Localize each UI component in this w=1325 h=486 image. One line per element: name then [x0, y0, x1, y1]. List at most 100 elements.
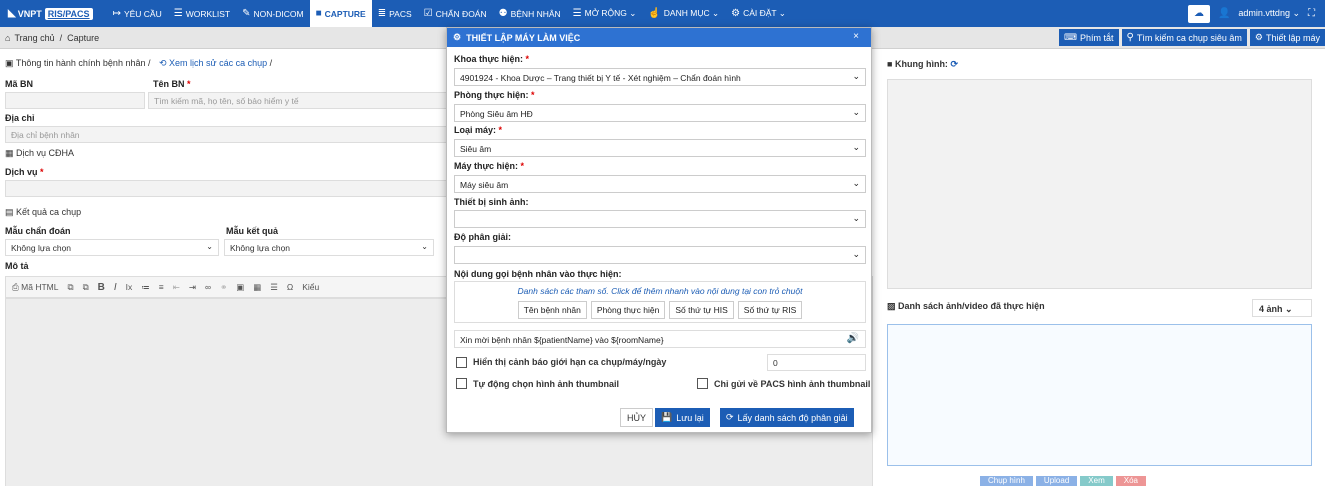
phong-select[interactable]: Phòng Siêu âm HĐ ⌄: [454, 104, 866, 122]
italic-icon[interactable]: I: [114, 282, 117, 293]
html-source-button[interactable]: ⎙ Mã HTML: [12, 282, 58, 293]
chevron-down-icon: ⌄: [852, 178, 860, 188]
image-count-select[interactable]: 4 ảnh ⌄: [1252, 299, 1312, 317]
menu-chan-doan[interactable]: ☑ CHẨN ĐOÁN: [418, 0, 493, 27]
khoa-select[interactable]: 4901924 - Khoa Dược – Trang thiết bị Y t…: [454, 68, 866, 86]
app-logo[interactable]: ◣ VNPT RIS/PACS: [8, 7, 93, 20]
param-stt-his[interactable]: Số thứ tự HIS: [669, 301, 734, 319]
clear-format-icon[interactable]: Ix: [126, 282, 133, 292]
loai-may-label: Loại máy: *: [454, 125, 503, 135]
user-menu[interactable]: admin.vttdng ⌄: [1238, 8, 1300, 19]
upload-button[interactable]: Upload: [1035, 476, 1078, 486]
dich-vu-label: Dịch vụ *: [5, 167, 44, 177]
breadcrumb-current: Capture: [67, 32, 100, 43]
service-icon: ▦: [5, 148, 14, 158]
call-text-input[interactable]: Xin mời bệnh nhân ${patientName} vào ${r…: [454, 330, 866, 348]
menu-worklist[interactable]: ☰ WORKLIST: [168, 0, 236, 27]
style-select[interactable]: Kiểu: [302, 282, 319, 292]
toolbar: ⌨ Phím tắt ⚲ Tìm kiếm ca chụp siêu âm ⚙ Thi…: [1059, 29, 1325, 46]
history-link[interactable]: ⟲ Xem lịch sử các ca chụp: [159, 58, 267, 68]
numbered-list-icon[interactable]: ≔: [141, 282, 150, 293]
video-frame: [887, 79, 1312, 289]
fetch-resolution-button[interactable]: ⟳ Lấy danh sách độ phân giải: [720, 408, 854, 427]
param-buttons: Tên bệnh nhân Phòng thực hiện Số thứ tự …: [455, 301, 865, 319]
main-menu: ↦ YÊU CẦU ☰ WORKLIST ✎ NON-DICOM ■ CAPTURE ≣…: [107, 0, 792, 27]
ma-bn-input[interactable]: [5, 92, 145, 109]
user-area: ☁ 👤 admin.vttdng ⌄ ⛶: [1187, 0, 1315, 27]
copy-icon[interactable]: ⧉: [67, 282, 73, 293]
bullet-list-icon[interactable]: ≡: [159, 282, 164, 292]
menu-mo-rong[interactable]: ☰ MỞ RỘNG ⌄: [567, 0, 643, 27]
param-phong-thuc-hien[interactable]: Phòng thực hiện: [590, 301, 666, 319]
capture-button[interactable]: Chụp hình: [980, 476, 1033, 486]
save-button[interactable]: 💾 Lưu lại: [655, 408, 710, 427]
home-icon: ⌂: [5, 32, 11, 43]
menu-benh-nhan[interactable]: ⚉ BỆNH NHÂN: [493, 0, 567, 27]
breadcrumb-home[interactable]: Trang chủ: [14, 33, 54, 43]
indent-icon[interactable]: ⇥: [189, 282, 196, 293]
view-button[interactable]: Xem: [1080, 476, 1113, 486]
dich-vu-cdha-row: ▦ Dịch vụ CĐHA: [5, 148, 75, 158]
delete-button[interactable]: Xóa: [1115, 476, 1146, 486]
may-label: Máy thực hiện: *: [454, 161, 525, 171]
machine-settings-modal: ⚙ THIẾT LẬP MÁY LÀM VIỆC × Khoa thực hiệ…: [446, 27, 872, 433]
auto-thumb-label: Tự động chọn hình ảnh thumbnail: [473, 379, 619, 389]
cancel-button[interactable]: HỦY: [620, 408, 654, 427]
speaker-icon[interactable]: 🔊: [847, 333, 859, 344]
phong-label: Phòng thực hiện: *: [454, 90, 535, 100]
special-char-icon[interactable]: Ω: [287, 282, 293, 292]
image-list-area[interactable]: [887, 324, 1312, 466]
ten-bn-label: Tên BN *: [153, 79, 191, 89]
patient-info-row: ▣ Thông tin hành chính bệnh nhân / ⟲ Xem…: [5, 58, 273, 68]
menu-non-dicom[interactable]: ✎ NON-DICOM: [236, 0, 309, 27]
link-icon[interactable]: ∞: [205, 282, 211, 292]
menu-danh-muc[interactable]: ☝ DANH MỤC ⌄: [642, 0, 725, 27]
shortcut-button[interactable]: ⌨ Phím tắt: [1059, 29, 1119, 46]
breadcrumb-sep: /: [59, 32, 63, 43]
param-stt-ris[interactable]: Số thứ tự RIS: [737, 301, 803, 319]
bold-icon[interactable]: B: [98, 282, 105, 293]
image-list-label: ▨ Danh sách ảnh/video đã thực hiện: [887, 301, 1045, 311]
outdent-icon[interactable]: ⇤: [173, 282, 180, 293]
warn-limit-input[interactable]: 0: [767, 354, 866, 371]
unlink-icon[interactable]: ⚭: [220, 282, 227, 293]
menu-pacs[interactable]: ≣ PACS: [372, 0, 418, 27]
warn-limit-label: Hiển thị cảnh báo giới hạn ca chụp/máy/n…: [473, 357, 667, 367]
fullscreen-icon[interactable]: ⛶: [1308, 8, 1315, 19]
paste-icon[interactable]: ⧉: [83, 282, 89, 293]
auto-thumb-checkbox[interactable]: [456, 378, 467, 389]
chevron-down-icon: ⌄: [852, 142, 860, 152]
color-icon[interactable]: ▣: [236, 282, 244, 293]
menu-cai-dat[interactable]: ⚙ CÀI ĐẶT ⌄: [725, 0, 792, 27]
search-ultrasound-button[interactable]: ⚲ Tìm kiếm ca chụp siêu âm: [1121, 29, 1247, 46]
warn-limit-checkbox[interactable]: [456, 357, 467, 368]
ten-bn-input[interactable]: Tìm kiếm mã, họ tên, số bảo hiểm y tế: [148, 92, 448, 109]
chevron-down-icon: ⌄: [852, 249, 860, 259]
ma-bn-label: Mã BN: [5, 79, 34, 89]
mau-chan-doan-select[interactable]: Không lựa chọn ⌄: [5, 239, 219, 256]
table-icon[interactable]: ▦: [253, 282, 261, 293]
thiet-bi-select[interactable]: ⌄: [454, 210, 866, 228]
param-ten-benh-nhan[interactable]: Tên bệnh nhân: [517, 301, 587, 319]
mau-ket-qua-select[interactable]: Không lựa chọn ⌄: [224, 239, 434, 256]
ket-qua-row: ▤ Kết quả ca chụp: [5, 207, 82, 217]
menu-yeu-cau[interactable]: ↦ YÊU CẦU: [107, 0, 168, 27]
send-thumb-checkbox[interactable]: [697, 378, 708, 389]
dia-chi-label: Địa chỉ: [5, 113, 35, 123]
loai-may-select[interactable]: Siêu âm ⌄: [454, 139, 866, 157]
hand-icon: ☝: [648, 8, 661, 19]
hr-icon[interactable]: ☰: [270, 282, 278, 293]
close-icon[interactable]: ×: [853, 31, 859, 42]
chevron-down-icon: ⌄: [206, 242, 213, 251]
machine-settings-button[interactable]: ⚙ Thiết lập máy: [1249, 29, 1325, 46]
search-icon: ⚲: [1126, 32, 1134, 43]
dich-vu-input[interactable]: [5, 180, 448, 197]
do-phan-giai-select[interactable]: ⌄: [454, 246, 866, 264]
may-select[interactable]: Máy siêu âm ⌄: [454, 175, 866, 193]
menu-capture[interactable]: ■ CAPTURE: [309, 0, 372, 27]
video-icon: ■: [887, 59, 893, 69]
noi-dung-label: Nội dung gọi bệnh nhân vào thực hiện:: [454, 269, 622, 279]
dia-chi-input[interactable]: Địa chỉ bệnh nhân: [5, 126, 448, 143]
refresh-icon[interactable]: ⟳: [950, 59, 958, 69]
mau-ket-qua-label: Mẫu kết quả: [226, 226, 279, 236]
